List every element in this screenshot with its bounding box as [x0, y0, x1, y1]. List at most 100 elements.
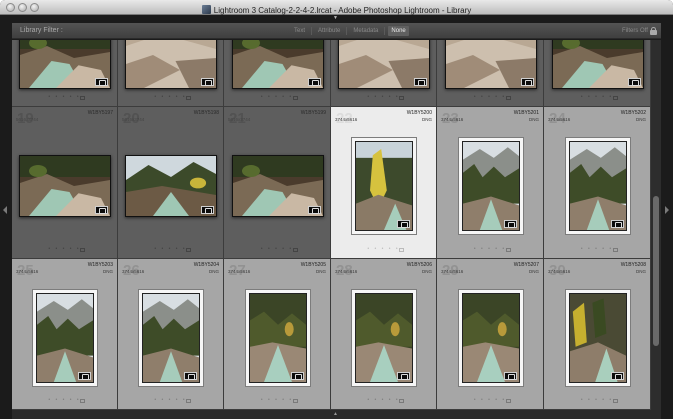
photo-thumbnail[interactable]: [249, 293, 307, 383]
photo-thumbnail[interactable]: [552, 40, 644, 89]
grid-scroll-thumb[interactable]: [653, 196, 659, 346]
right-panel-toggle-icon[interactable]: [665, 206, 669, 214]
filter-tab-attribute[interactable]: Attribute: [315, 26, 343, 36]
color-label-icon[interactable]: [80, 399, 85, 403]
photo-thumbnail[interactable]: [338, 40, 430, 89]
star-rating[interactable]: • • • • •: [12, 95, 117, 100]
edited-badge-icon[interactable]: [291, 372, 304, 380]
grid-cell[interactable]: 30 W1BY5208 3744x5616 DNG • • • • •: [544, 259, 651, 410]
edited-badge-icon[interactable]: [95, 78, 108, 86]
filter-presets-dropdown[interactable]: Filters Off: [622, 23, 648, 39]
star-rating[interactable]: • • • • •: [544, 95, 650, 100]
edited-badge-icon[interactable]: [504, 372, 517, 380]
edited-badge-icon[interactable]: [78, 372, 91, 380]
grid-cell[interactable]: 26 W1BY5204 3744x5616 DNG • • • • •: [118, 259, 224, 410]
photo-thumbnail[interactable]: [232, 40, 324, 89]
photo-thumbnail[interactable]: [462, 293, 520, 383]
color-label-icon[interactable]: [506, 96, 511, 100]
edited-badge-icon[interactable]: [95, 206, 108, 214]
color-label-icon[interactable]: [80, 96, 85, 100]
color-label-icon[interactable]: [506, 399, 511, 403]
star-rating[interactable]: • • • • •: [544, 247, 650, 252]
filter-tab-text[interactable]: Text: [291, 26, 308, 36]
photo-thumbnail[interactable]: [462, 141, 520, 231]
edited-badge-icon[interactable]: [201, 206, 214, 214]
edited-badge-icon[interactable]: [397, 220, 410, 228]
star-rating[interactable]: • • • • •: [118, 247, 223, 252]
grid-cell[interactable]: • • • • •: [544, 40, 651, 107]
color-label-icon[interactable]: [293, 399, 298, 403]
grid-cell[interactable]: 24 W1BY5202 3744x5616 DNG • • • • •: [544, 107, 651, 259]
grid-cell[interactable]: • • • • •: [331, 40, 437, 107]
photo-thumbnail[interactable]: [355, 141, 413, 231]
top-panel-toggle-icon[interactable]: ▼: [333, 16, 338, 21]
grid-scrollbar[interactable]: [651, 40, 661, 410]
photo-thumbnail[interactable]: [19, 40, 111, 89]
star-rating[interactable]: • • • • •: [224, 247, 330, 252]
color-label-icon[interactable]: [80, 248, 85, 252]
star-rating[interactable]: • • • • •: [12, 398, 117, 403]
star-rating[interactable]: • • • • •: [437, 398, 543, 403]
star-rating[interactable]: • • • • •: [224, 95, 330, 100]
color-label-icon[interactable]: [613, 96, 618, 100]
color-label-icon[interactable]: [399, 96, 404, 100]
edited-badge-icon[interactable]: [628, 78, 641, 86]
grid-cell[interactable]: • • • • •: [224, 40, 331, 107]
filter-tab-metadata[interactable]: Metadata: [350, 26, 381, 36]
photo-thumbnail[interactable]: [445, 40, 537, 89]
color-label-icon[interactable]: [613, 248, 618, 252]
color-label-icon[interactable]: [293, 96, 298, 100]
color-label-icon[interactable]: [399, 248, 404, 252]
edited-badge-icon[interactable]: [397, 372, 410, 380]
grid-cell[interactable]: 21 W1BY5199 5616x3744 • • • • •: [224, 107, 331, 259]
grid-cell[interactable]: 22 W1BY5200 3744x5616 DNG • • • • •: [331, 107, 437, 259]
edited-badge-icon[interactable]: [308, 78, 321, 86]
edited-badge-icon[interactable]: [308, 206, 321, 214]
grid-cell[interactable]: 28 W1BY5206 3744x5616 DNG • • • • •: [331, 259, 437, 410]
filter-tab-none[interactable]: None: [388, 26, 409, 36]
photo-thumbnail[interactable]: [125, 155, 217, 217]
star-rating[interactable]: • • • • •: [118, 398, 223, 403]
star-rating[interactable]: • • • • •: [118, 95, 223, 100]
star-rating[interactable]: • • • • •: [331, 247, 436, 252]
color-label-icon[interactable]: [506, 248, 511, 252]
color-label-icon[interactable]: [399, 399, 404, 403]
edited-badge-icon[interactable]: [611, 220, 624, 228]
lock-icon[interactable]: [650, 27, 657, 35]
photo-thumbnail[interactable]: [125, 40, 217, 89]
photo-thumbnail[interactable]: [36, 293, 94, 383]
photo-thumbnail[interactable]: [142, 293, 200, 383]
edited-badge-icon[interactable]: [521, 78, 534, 86]
grid-cell[interactable]: • • • • •: [12, 40, 118, 107]
color-label-icon[interactable]: [186, 96, 191, 100]
color-label-icon[interactable]: [293, 248, 298, 252]
grid-cell[interactable]: • • • • •: [437, 40, 544, 107]
edited-badge-icon[interactable]: [504, 220, 517, 228]
photo-thumbnail[interactable]: [232, 155, 324, 217]
photo-thumbnail[interactable]: [355, 293, 413, 383]
grid-cell[interactable]: 25 W1BY5203 3744x5616 DNG • • • • •: [12, 259, 118, 410]
star-rating[interactable]: • • • • •: [331, 398, 436, 403]
color-label-icon[interactable]: [186, 399, 191, 403]
grid-cell[interactable]: 19 W1BY5197 5616x3744 • • • • •: [12, 107, 118, 259]
photo-thumbnail[interactable]: [19, 155, 111, 217]
grid-cell[interactable]: • • • • •: [118, 40, 224, 107]
grid-cell[interactable]: 23 W1BY5201 3744x5616 DNG • • • • •: [437, 107, 544, 259]
photo-thumbnail[interactable]: [569, 293, 627, 383]
star-rating[interactable]: • • • • •: [437, 95, 543, 100]
grid-cell[interactable]: 27 W1BY5205 3744x5616 DNG • • • • •: [224, 259, 331, 410]
grid-cell[interactable]: 20 W1BY5198 5616x3744 • • • • •: [118, 107, 224, 259]
edited-badge-icon[interactable]: [184, 372, 197, 380]
color-label-icon[interactable]: [186, 248, 191, 252]
star-rating[interactable]: • • • • •: [12, 247, 117, 252]
edited-badge-icon[interactable]: [201, 78, 214, 86]
star-rating[interactable]: • • • • •: [331, 95, 436, 100]
photo-thumbnail[interactable]: [569, 141, 627, 231]
grid-cell[interactable]: 29 W1BY5207 3744x5616 DNG • • • • •: [437, 259, 544, 410]
star-rating[interactable]: • • • • •: [224, 398, 330, 403]
left-panel-toggle-icon[interactable]: [3, 206, 7, 214]
edited-badge-icon[interactable]: [611, 372, 624, 380]
star-rating[interactable]: • • • • •: [437, 247, 543, 252]
edited-badge-icon[interactable]: [414, 78, 427, 86]
color-label-icon[interactable]: [613, 399, 618, 403]
